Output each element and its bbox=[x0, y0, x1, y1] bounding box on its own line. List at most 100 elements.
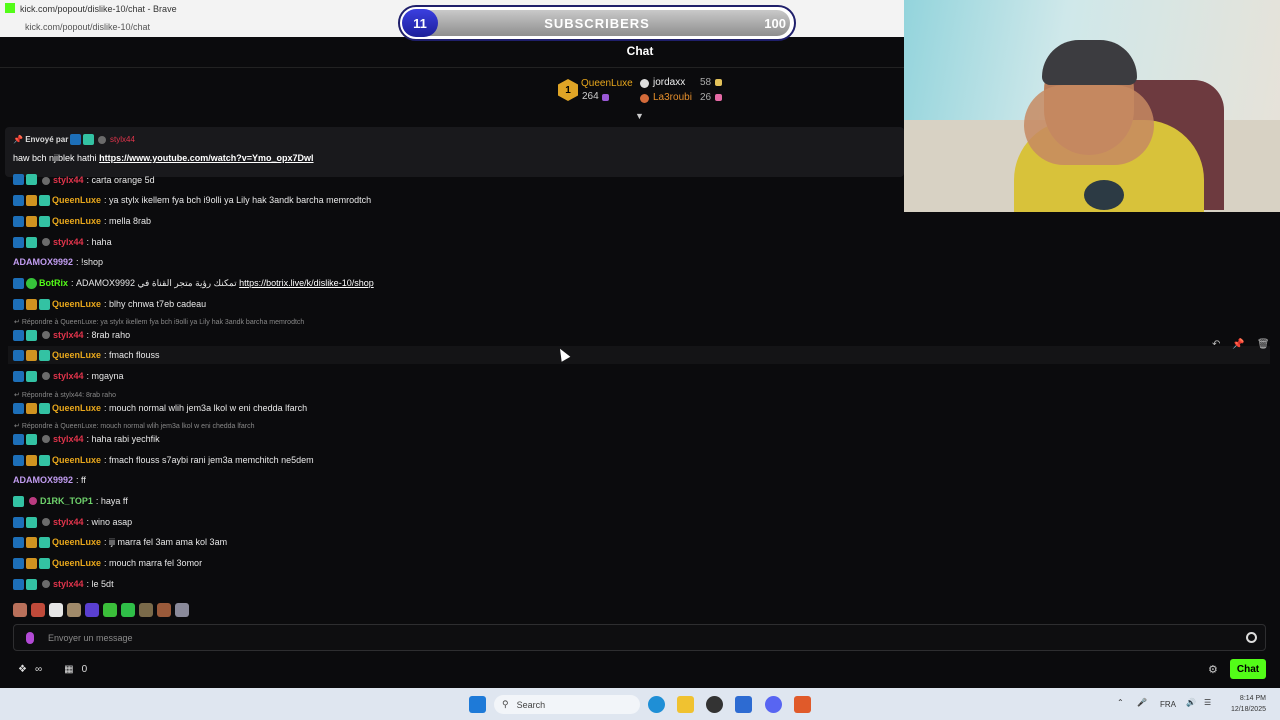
chat-message[interactable]: stylx44: haha rabi yechfik bbox=[13, 432, 160, 446]
emote-icon[interactable] bbox=[67, 603, 81, 617]
chat-message[interactable]: QueenLuxe: mouch marra fel 3omor bbox=[13, 556, 202, 570]
pin-icon[interactable]: 📌 bbox=[1232, 339, 1244, 355]
chat-username[interactable]: QueenLuxe bbox=[52, 195, 101, 205]
chat-username[interactable]: BotRix bbox=[39, 278, 68, 288]
gift-icon bbox=[715, 79, 722, 86]
chat-message[interactable]: BotRix: ADAMOX9992 تمكنك رؤية متجر القنا… bbox=[13, 276, 374, 290]
gift-icon bbox=[602, 94, 609, 101]
chat-username[interactable]: QueenLuxe bbox=[52, 455, 101, 465]
chat-message[interactable]: stylx44: carta orange 5d bbox=[13, 173, 155, 185]
chat-message[interactable]: stylx44: le 5dt bbox=[13, 577, 114, 591]
clock-time: 8:14 PM bbox=[1239, 695, 1266, 702]
chat-username[interactable]: QueenLuxe bbox=[52, 216, 101, 226]
message-actions[interactable]: ↶ 📌 🗑 bbox=[1212, 339, 1274, 355]
emote-icon[interactable] bbox=[103, 603, 117, 617]
chat-message[interactable]: stylx44: 8rab raho bbox=[13, 328, 130, 342]
subscriber-badge-icon bbox=[39, 194, 50, 206]
vip-badge-icon bbox=[26, 557, 37, 569]
og-badge-icon bbox=[29, 497, 37, 505]
obs-icon[interactable] bbox=[706, 696, 723, 713]
gift-leaderboard[interactable]: 1 QueenLuxe 264 jordaxx 58 La3roubi 26 bbox=[556, 76, 736, 116]
chat-message[interactable]: QueenLuxe: mouch normal wlih jem3a lkol … bbox=[13, 401, 307, 415]
language-indicator[interactable]: FRA bbox=[1160, 700, 1176, 709]
chat-message[interactable]: D1RK_TOP1: haya ff bbox=[13, 494, 128, 508]
chat-username[interactable]: stylx44 bbox=[53, 579, 84, 589]
reply-icon[interactable]: ↶ bbox=[1212, 339, 1220, 355]
emote-icon[interactable] bbox=[175, 603, 189, 617]
subscriber-badge-icon bbox=[39, 215, 50, 227]
chat-username[interactable]: ADAMOX9992 bbox=[13, 475, 73, 485]
quick-emote-icon[interactable]: ❖ bbox=[18, 664, 27, 675]
chat-username[interactable]: QueenLuxe bbox=[52, 558, 101, 568]
emoji-picker-icon[interactable] bbox=[1246, 632, 1257, 643]
chat-username[interactable]: QueenLuxe bbox=[52, 299, 101, 309]
leader-name-2[interactable]: jordaxx bbox=[653, 77, 685, 88]
mic-tray-icon[interactable]: 🎤 bbox=[1137, 698, 1147, 707]
chat-message[interactable]: QueenLuxe: iji marra fel 3am ama kol 3am bbox=[13, 535, 227, 549]
chat-username[interactable]: stylx44 bbox=[53, 517, 84, 527]
chat-username[interactable]: stylx44 bbox=[53, 237, 84, 247]
pinned-message[interactable]: 📌 Envoyé par stylx44 haw bch njiblek hat… bbox=[5, 127, 904, 177]
chat-username[interactable]: D1RK_TOP1 bbox=[40, 496, 93, 506]
delete-icon[interactable]: 🗑 bbox=[1257, 339, 1270, 355]
chat-username[interactable]: stylx44 bbox=[53, 434, 84, 444]
chat-username[interactable]: stylx44 bbox=[53, 371, 84, 381]
emote-icon[interactable] bbox=[157, 603, 171, 617]
send-chat-button[interactable]: Chat bbox=[1230, 659, 1266, 679]
chat-username[interactable]: QueenLuxe bbox=[52, 403, 101, 413]
brave-browser-icon[interactable] bbox=[794, 696, 811, 713]
microphone-icon[interactable] bbox=[26, 632, 34, 644]
emote-icon[interactable] bbox=[139, 603, 153, 617]
windows-start-icon[interactable] bbox=[469, 696, 486, 713]
chat-link[interactable]: https://botrix.live/k/dislike-10/shop bbox=[239, 278, 374, 288]
edge-browser-icon[interactable] bbox=[648, 696, 665, 713]
reply-context[interactable]: ↵ Répondre à stylx44: 8rab raho bbox=[14, 391, 116, 399]
discord-icon[interactable] bbox=[765, 696, 782, 713]
store-icon[interactable] bbox=[735, 696, 752, 713]
chat-message[interactable]: stylx44: haha bbox=[13, 235, 112, 249]
reply-context[interactable]: ↵ Répondre à QueenLuxe: ya stylx ikellem… bbox=[14, 318, 304, 326]
pinned-user[interactable]: stylx44 bbox=[110, 135, 135, 144]
collapse-chevron-icon[interactable]: ▼ bbox=[635, 111, 645, 121]
emote-icon[interactable] bbox=[31, 603, 45, 617]
file-explorer-icon[interactable] bbox=[677, 696, 694, 713]
chat-message[interactable]: QueenLuxe: blhy chnwa t7eb cadeau bbox=[13, 297, 206, 311]
emote-icon[interactable] bbox=[121, 603, 135, 617]
settings-gear-icon[interactable]: ⚙ bbox=[1208, 663, 1218, 676]
chat-message[interactable]: stylx44: wino asap bbox=[13, 515, 132, 529]
gift-box-icon[interactable]: ▦ bbox=[64, 664, 73, 675]
chat-username[interactable]: QueenLuxe bbox=[52, 537, 101, 547]
volume-icon[interactable]: 🔊 bbox=[1186, 698, 1196, 707]
chat-username[interactable]: ADAMOX9992 bbox=[13, 257, 73, 267]
chat-text: haya ff bbox=[100, 496, 128, 506]
chat-message[interactable]: ADAMOX9992: !shop bbox=[13, 255, 103, 269]
goal-target: 100 bbox=[764, 16, 786, 31]
emote-quick-bar[interactable] bbox=[13, 603, 189, 617]
chat-message[interactable]: QueenLuxe: mella 8rab bbox=[13, 214, 151, 228]
chat-message[interactable]: ADAMOX9992: ff bbox=[13, 473, 86, 487]
chat-username[interactable]: stylx44 bbox=[53, 330, 84, 340]
address-bar[interactable]: kick.com/popout/dislike-10/chat bbox=[25, 22, 150, 32]
emote-icon[interactable] bbox=[49, 603, 63, 617]
network-icon[interactable]: ☰ bbox=[1204, 698, 1211, 707]
chat-message[interactable]: QueenLuxe: fmach flouss bbox=[13, 348, 160, 362]
emote-icon[interactable] bbox=[13, 603, 27, 617]
chat-message[interactable]: stylx44: mgayna bbox=[13, 369, 124, 383]
chat-text: 8rab raho bbox=[91, 330, 131, 340]
chat-username[interactable]: stylx44 bbox=[53, 175, 84, 185]
chat-input-placeholder[interactable]: Envoyer un message bbox=[48, 633, 133, 643]
reply-context[interactable]: ↵ Répondre à QueenLuxe: mouch normal wli… bbox=[14, 422, 255, 430]
tray-chevron-icon[interactable]: ⌃ bbox=[1117, 698, 1124, 707]
taskbar-search[interactable]: ⚲ Search bbox=[494, 695, 640, 714]
emote-icon[interactable] bbox=[85, 603, 99, 617]
leader-name-3[interactable]: La3roubi bbox=[653, 92, 692, 103]
infinity-icon[interactable]: ∞ bbox=[35, 664, 42, 675]
leader-name-1[interactable]: QueenLuxe bbox=[581, 78, 633, 89]
taskbar-clock[interactable]: 8:14 PM 12/18/2025 bbox=[1231, 693, 1266, 715]
pinned-link[interactable]: https://www.youtube.com/watch?v=Ymo_opx7… bbox=[99, 153, 313, 163]
chat-username[interactable]: QueenLuxe bbox=[52, 350, 101, 360]
chat-message[interactable]: QueenLuxe: fmach flouss s7aybi rani jem3… bbox=[13, 453, 314, 467]
chat-input-box[interactable]: Envoyer un message bbox=[13, 624, 1266, 651]
chat-message[interactable]: QueenLuxe: ya stylx ikellem fya bch i9ol… bbox=[13, 193, 371, 207]
chat-text: mgayna bbox=[91, 371, 124, 381]
